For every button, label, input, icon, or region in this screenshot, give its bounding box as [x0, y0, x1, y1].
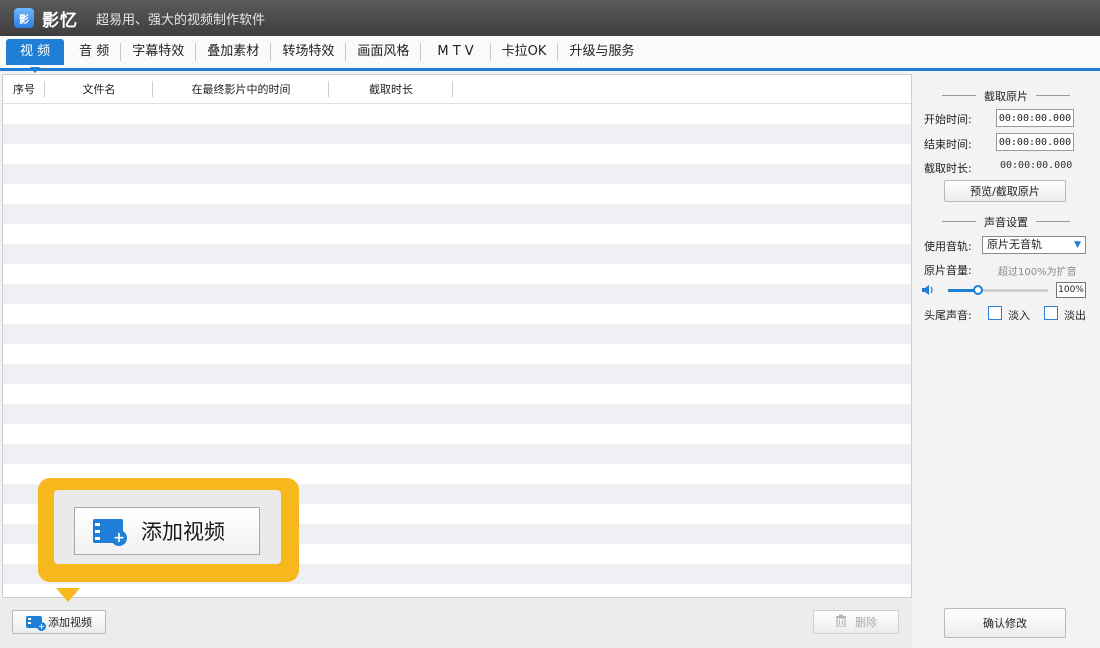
list-row: [3, 264, 911, 284]
add-video-label: 添加视频: [48, 616, 92, 629]
main-tab-bar: 视 频 音 频 字幕特效 叠加素材 转场特效 画面风格 M T V 卡拉OK 升…: [0, 36, 1100, 73]
tab-overlay[interactable]: 叠加素材: [196, 39, 270, 65]
fade-label: 头尾声音:: [924, 309, 972, 322]
fade-in-checkbox[interactable]: [988, 306, 1002, 320]
volume-label: 原片音量:: [924, 264, 972, 277]
clip-duration-value: 00:00:00.000: [1000, 160, 1073, 171]
list-row: [3, 224, 911, 244]
tab-upgrade-service[interactable]: 升级与服务: [558, 39, 645, 65]
highlight-callout: + 添加视频: [38, 478, 299, 582]
end-time-label: 结束时间:: [924, 138, 972, 151]
end-time-input[interactable]: 00:00:00.000: [996, 133, 1074, 151]
tab-audio[interactable]: 音 频: [68, 39, 120, 65]
preview-clip-button[interactable]: 预览/截取原片: [944, 180, 1066, 202]
list-row: [3, 424, 911, 444]
tab-picture-style[interactable]: 画面风格: [346, 39, 420, 65]
audio-track-value: 原片无音轨: [987, 238, 1042, 251]
list-row: [3, 204, 911, 224]
list-row: [3, 384, 911, 404]
tab-subtitle-effects[interactable]: 字幕特效: [121, 39, 195, 65]
delete-button[interactable]: 删除: [813, 610, 899, 634]
list-row: [3, 344, 911, 364]
list-row: [3, 104, 911, 124]
volume-slider[interactable]: [948, 285, 1048, 295]
fade-out-checkbox[interactable]: [1044, 306, 1058, 320]
callout-pointer-arrow: [56, 588, 80, 602]
column-header-clip-duration[interactable]: 截取时长: [329, 75, 453, 103]
add-video-button[interactable]: + 添加视频: [12, 610, 106, 634]
list-row: [3, 364, 911, 384]
list-row: [3, 324, 911, 344]
properties-panel: 截取原片 开始时间: 00:00:00.000 结束时间: 00:00:00.0…: [914, 74, 1098, 648]
fade-in-label: 淡入: [1008, 309, 1030, 322]
list-row: [3, 184, 911, 204]
audio-track-label: 使用音轨:: [924, 240, 972, 253]
list-row: [3, 444, 911, 464]
tab-video[interactable]: 视 频: [6, 39, 65, 73]
volume-slider-thumb[interactable]: [973, 285, 983, 295]
video-add-icon: +: [26, 616, 46, 631]
list-row: [3, 144, 911, 164]
list-row: [3, 284, 911, 304]
trash-icon: [835, 614, 847, 630]
start-time-input[interactable]: 00:00:00.000: [996, 109, 1074, 127]
callout-add-video-label: 添加视频: [141, 520, 225, 544]
callout-add-video-button[interactable]: + 添加视频: [74, 507, 260, 555]
list-row: [3, 124, 911, 144]
dropdown-arrow-icon: ▼: [1074, 240, 1081, 250]
tab-karaoke[interactable]: 卡拉OK: [491, 39, 558, 65]
volume-hint: 超过100%为扩音: [998, 267, 1077, 278]
fade-out-label: 淡出: [1064, 309, 1086, 322]
bottom-toolbar: + 添加视频 删除: [0, 598, 912, 648]
list-header: 序号 文件名 在最终影片中的时间 截取时长: [3, 75, 911, 104]
audio-track-select[interactable]: 原片无音轨 ▼: [982, 236, 1086, 254]
title-bar: 影 影忆 超易用、强大的视频制作软件: [0, 0, 1100, 36]
app-slogan: 超易用、强大的视频制作软件: [96, 12, 266, 28]
video-add-icon: +: [93, 519, 127, 546]
column-header-index[interactable]: 序号: [3, 75, 45, 103]
confirm-changes-button[interactable]: 确认修改: [944, 608, 1066, 638]
speaker-icon[interactable]: [922, 284, 936, 296]
column-header-filename[interactable]: 文件名: [45, 75, 153, 103]
sound-section-title: 声音设置: [914, 214, 1098, 230]
volume-value-box[interactable]: 100%: [1056, 282, 1086, 298]
list-row: [3, 164, 911, 184]
list-row: [3, 404, 911, 424]
list-row: [3, 244, 911, 264]
tab-transitions[interactable]: 转场特效: [271, 39, 345, 65]
clip-duration-label: 截取时长:: [924, 162, 972, 175]
list-row: [3, 584, 911, 597]
column-header-final-time[interactable]: 在最终影片中的时间: [153, 75, 329, 103]
delete-label: 删除: [855, 616, 877, 629]
app-name: 影忆: [42, 10, 78, 31]
clip-section-title: 截取原片: [914, 88, 1098, 104]
start-time-label: 开始时间:: [924, 113, 972, 126]
app-logo-icon: 影: [14, 8, 34, 28]
tab-mtv[interactable]: M T V: [421, 39, 489, 65]
list-row: [3, 304, 911, 324]
